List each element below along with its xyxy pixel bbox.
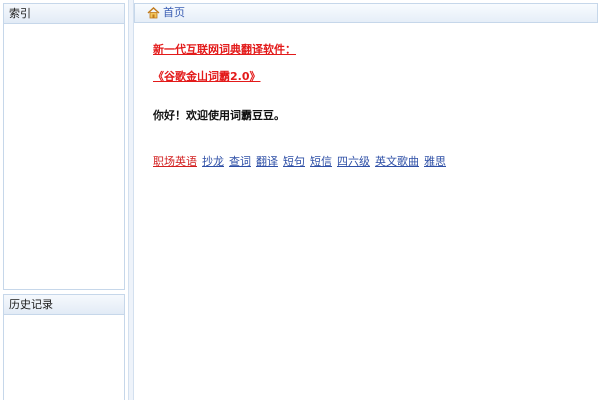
- tag-link[interactable]: 短信: [310, 155, 332, 169]
- tag-link[interactable]: 短句: [283, 155, 305, 169]
- tag-link[interactable]: 查词: [229, 155, 251, 169]
- history-panel: 历史记录: [3, 294, 125, 400]
- tag-link[interactable]: 翻译: [256, 155, 278, 169]
- app-window: 索引 历史记录 首页 新一代互联网词典翻译软件： 《谷歌金山词霸2.0》 你好！…: [0, 0, 600, 400]
- tag-link[interactable]: 英文歌曲: [375, 155, 419, 169]
- content-pane: 新一代互联网词典翻译软件： 《谷歌金山词霸2.0》 你好！欢迎使用词霸豆豆。 职…: [134, 23, 598, 400]
- tag-link[interactable]: 职场英语: [153, 155, 197, 169]
- tag-link[interactable]: 四六级: [337, 155, 370, 169]
- tag-link[interactable]: 雅思: [424, 155, 446, 169]
- welcome-message: 你好！欢迎使用词霸豆豆。: [153, 109, 285, 122]
- left-sidebar: 索引 历史记录: [0, 0, 128, 400]
- promo-link-line-2[interactable]: 《谷歌金山词霸2.0》: [153, 70, 261, 84]
- home-icon[interactable]: [147, 7, 160, 19]
- main-area: 首页 新一代互联网词典翻译软件： 《谷歌金山词霸2.0》 你好！欢迎使用词霸豆豆…: [134, 0, 600, 400]
- history-panel-title: 历史记录: [4, 295, 124, 315]
- index-panel-title: 索引: [4, 4, 124, 24]
- home-link[interactable]: 首页: [163, 6, 185, 20]
- address-bar: 首页: [134, 3, 598, 23]
- index-panel: 索引: [3, 3, 125, 290]
- tag-link[interactable]: 抄龙: [202, 155, 224, 169]
- feature-links: 职场英语 抄龙 查词 翻译 短句 短信 四六级 英文歌曲 雅思: [153, 155, 446, 169]
- promo-link-line-1[interactable]: 新一代互联网词典翻译软件：: [153, 43, 296, 57]
